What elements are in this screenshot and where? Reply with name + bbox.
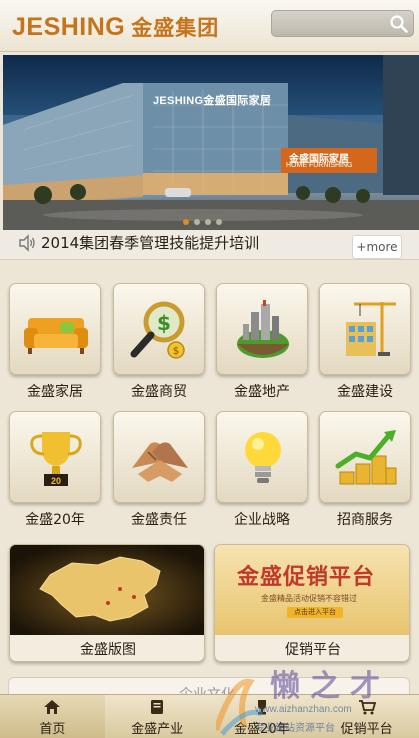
tile-label-real-estate: 金盛地产 [234,384,290,400]
sofa-icon [24,318,88,354]
trophy-icon: 20 [30,432,82,486]
tile-home-furnishing[interactable] [9,283,101,375]
coins-chart-icon [335,430,397,485]
handshake-icon [132,442,188,482]
tile-label-construction: 金盛建设 [337,384,393,400]
logo-cn: 金盛集团 [131,16,220,40]
promo-subtitle: 金盛精品活动促销不容错过 [261,594,357,603]
magnifier-money-icon: $ $ [130,301,185,359]
watermark-text: 懒之才 [270,669,390,704]
card-territory-map[interactable]: 金盛版图 [9,544,205,662]
slider-dot-4[interactable] [216,219,222,225]
tile-trade[interactable]: $ $ [113,283,205,375]
banner-image [3,55,419,230]
svg-text:$: $ [157,311,171,335]
nav-home[interactable]: 首页 [0,695,105,738]
tile-real-estate[interactable] [216,283,308,375]
buildings-globe-icon [237,300,289,358]
tile-responsibility[interactable] [113,411,205,503]
banner-building-sign: JESHING金盛国际家居 [153,95,272,107]
card-promotion[interactable]: 金盛促销平台 金盛精品活动促销不容错过 点击进入平台 促销平台 [214,544,410,662]
book-icon [151,700,164,714]
tile-construction[interactable] [319,283,411,375]
search-input[interactable] [271,10,414,37]
tile-20-years[interactable]: 20 [9,411,101,503]
tile-strategy[interactable] [216,411,308,503]
nav-industries[interactable]: 金盛产业 [105,695,210,738]
banner-tag: 金盛国际家居 HOME FURNISHING [281,148,377,173]
lightbulb-icon [245,432,281,483]
promo-title: 金盛促销平台 [237,565,376,590]
card-label-map: 金盛版图 [80,642,136,658]
news-bar: 2014集团春季管理技能提升培训 +more [0,230,419,260]
home-icon [44,700,61,714]
more-button[interactable]: +more [352,235,402,259]
nav-label-industries: 金盛产业 [131,722,184,737]
banner-slider[interactable]: JESHING金盛国际家居 金盛国际家居 HOME FURNISHING [3,55,419,230]
tile-label-20-years: 金盛20年 [25,512,85,528]
search-icon[interactable] [389,14,409,34]
tile-label-investment: 招商服务 [337,512,393,528]
banner-tag-en: HOME FURNISHING [286,162,353,169]
watermark-subtitle: 专业建站资源平台 [255,723,335,734]
slider-dot-1[interactable] [183,219,189,225]
slider-dots [183,219,222,225]
slider-dot-2[interactable] [194,219,200,225]
watermark-url: www.aizhanzhan.com [255,704,352,715]
tile-investment[interactable] [319,411,411,503]
tile-label-trade: 金盛商贸 [131,384,187,400]
header: JESHING 金盛集团 [0,0,419,52]
promo-enter-button[interactable]: 点击进入平台 [287,607,343,618]
news-headline[interactable]: 2014集团春季管理技能提升培训 [41,232,259,253]
speaker-icon [19,234,35,252]
slider-dot-3[interactable] [205,219,211,225]
china-map-icon [10,545,204,635]
tile-label-strategy: 企业战略 [234,512,290,528]
logo-en: JESHING [12,13,126,41]
tile-label-responsibility: 金盛责任 [131,512,187,528]
construction-crane-icon [346,302,396,356]
promo-banner: 金盛促销平台 金盛精品活动促销不容错过 点击进入平台 [215,545,409,635]
svg-text:20: 20 [51,476,61,486]
svg-text:$: $ [173,346,179,357]
card-label-promotion: 促销平台 [285,642,341,658]
logo[interactable]: JESHING 金盛集团 [12,12,219,42]
tile-label-home: 金盛家居 [27,384,83,400]
nav-label-home: 首页 [39,722,66,737]
